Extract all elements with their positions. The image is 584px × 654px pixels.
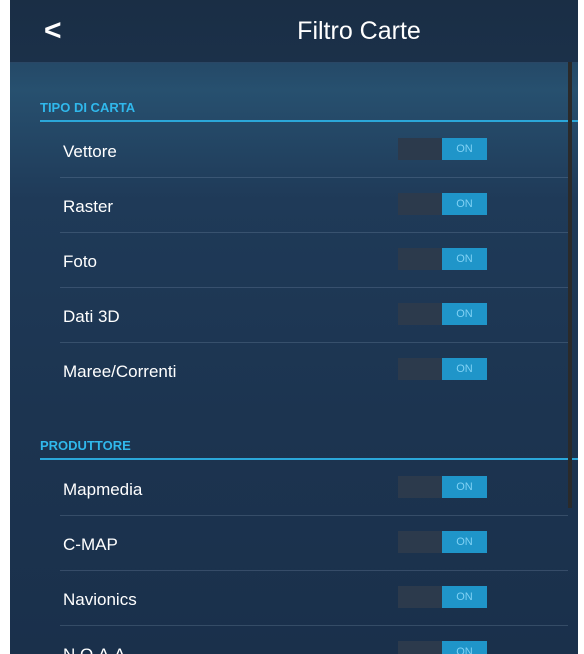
toggle-navionics[interactable]: ON — [398, 586, 487, 608]
toggle-state: ON — [442, 138, 487, 160]
toggle-foto[interactable]: ON — [398, 248, 487, 270]
toggle-state: ON — [442, 303, 487, 325]
scrollbar[interactable] — [568, 62, 572, 508]
header-bar: < Filtro Carte — [10, 0, 578, 63]
row-label: Foto — [63, 252, 98, 271]
divider — [60, 177, 568, 178]
toggle-state: ON — [442, 531, 487, 553]
row-dati-3d[interactable]: Dati 3D ON — [60, 289, 568, 343]
toggle-state: ON — [442, 358, 487, 380]
toggle-raster[interactable]: ON — [398, 193, 487, 215]
toggle-vettore[interactable]: ON — [398, 138, 487, 160]
row-raster[interactable]: Raster ON — [60, 179, 568, 233]
divider — [60, 232, 568, 233]
row-label: Dati 3D — [63, 307, 120, 326]
section-header-manufacturer: PRODUTTORE — [40, 438, 578, 460]
row-maree-correnti[interactable]: Maree/Correnti ON — [60, 344, 568, 398]
row-mapmedia[interactable]: Mapmedia ON — [60, 462, 568, 516]
row-navionics[interactable]: Navionics ON — [60, 572, 568, 626]
toggle-dati-3d[interactable]: ON — [398, 303, 487, 325]
toggle-state: ON — [442, 193, 487, 215]
row-label: C-MAP — [63, 535, 118, 554]
divider — [60, 342, 568, 343]
row-label: Navionics — [63, 590, 137, 609]
row-label: N.O.A.A. — [63, 645, 130, 654]
row-vettore[interactable]: Vettore ON — [60, 124, 568, 178]
row-foto[interactable]: Foto ON — [60, 234, 568, 288]
toggle-maree-correnti[interactable]: ON — [398, 358, 487, 380]
toggle-noaa[interactable]: ON — [398, 641, 487, 654]
toggle-state: ON — [442, 476, 487, 498]
page-title: Filtro Carte — [297, 17, 421, 45]
toggle-state: ON — [442, 248, 487, 270]
divider — [60, 625, 568, 626]
row-label: Mapmedia — [63, 480, 143, 499]
toggle-mapmedia[interactable]: ON — [398, 476, 487, 498]
row-label: Maree/Correnti — [63, 362, 177, 381]
divider — [60, 515, 568, 516]
divider — [60, 570, 568, 571]
toggle-state: ON — [442, 586, 487, 608]
row-label: Raster — [63, 197, 114, 216]
toggle-c-map[interactable]: ON — [398, 531, 487, 553]
row-label: Vettore — [63, 142, 117, 161]
section-header-chart-type: TIPO DI CARTA — [40, 100, 578, 122]
row-noaa[interactable]: N.O.A.A. ON — [60, 627, 568, 654]
divider — [60, 287, 568, 288]
toggle-state: ON — [442, 641, 487, 654]
row-c-map[interactable]: C-MAP ON — [60, 517, 568, 571]
chart-filter-panel: < Filtro Carte TIPO DI CARTA Vettore ON … — [10, 0, 578, 654]
